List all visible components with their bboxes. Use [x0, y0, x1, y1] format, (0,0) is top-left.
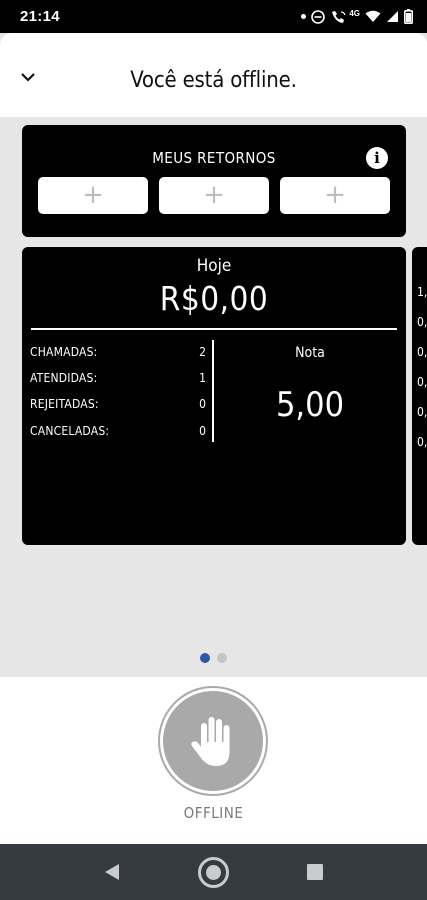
info-icon[interactable]: i: [366, 147, 388, 169]
status-time: 21:14: [20, 8, 60, 25]
status-bar: 21:14 4G: [0, 0, 427, 33]
stat-label: ATENDIDAS:: [30, 371, 98, 385]
add-return-button-3[interactable]: +: [280, 177, 390, 214]
stat-value: 2: [199, 345, 206, 359]
rating-value: 5,00: [275, 385, 345, 425]
status-panel: OFFLINE: [0, 677, 427, 844]
wifi-icon: [365, 10, 381, 22]
do-not-disturb-icon: [311, 9, 326, 24]
chevron-down-icon[interactable]: [20, 71, 36, 83]
pager-dot-active[interactable]: [200, 653, 210, 663]
stat-row-answered: ATENDIDAS: 1: [30, 371, 206, 387]
pager-dot[interactable]: [217, 653, 227, 663]
stat-value: 0: [199, 424, 206, 438]
stat-row-cancelled: CANCELADAS: 0: [30, 424, 206, 440]
returns-title: MEUS RETORNOS: [152, 149, 276, 167]
status-label: OFFLINE: [183, 804, 244, 822]
stat-value: 1: [199, 371, 206, 385]
next-card-peek[interactable]: 1, 0, 0, 0, 0, 0,: [412, 247, 427, 545]
add-return-button-2[interactable]: +: [159, 177, 269, 214]
peek-value: 0,: [417, 345, 427, 359]
header: Você está offline.: [0, 33, 427, 117]
notification-dot-icon: [301, 14, 307, 19]
online-toggle-button[interactable]: [160, 688, 266, 794]
network-4g-icon: 4G: [349, 9, 360, 18]
peek-value: 0,: [417, 435, 427, 449]
dashboard-content: MEUS RETORNOS i + + + Hoje R$0,00 CHAMAD…: [0, 117, 427, 677]
stat-label: REJEITADAS:: [30, 397, 99, 411]
stat-row-rejected: REJEITADAS: 0: [30, 397, 206, 413]
stat-label: CHAMADAS:: [30, 345, 98, 359]
hand-stop-icon: [191, 717, 230, 766]
stat-value: 0: [199, 397, 206, 411]
period-label: Hoje: [196, 256, 232, 276]
navigation-bar: [0, 844, 427, 900]
vertical-divider: [212, 340, 214, 442]
wifi-call-icon: [332, 10, 346, 23]
stat-label: CANCELADAS:: [30, 424, 110, 438]
add-return-button-1[interactable]: +: [38, 177, 148, 214]
recents-icon[interactable]: [307, 864, 323, 880]
peek-value: 1,: [417, 285, 427, 299]
divider: [31, 328, 397, 330]
status-icons: 4G: [301, 9, 413, 24]
peek-value: 0,: [417, 405, 427, 419]
earnings-value: R$0,00: [159, 279, 269, 318]
daily-summary-card[interactable]: Hoje R$0,00 CHAMADAS: 2 ATENDIDAS: 1 REJ…: [22, 247, 406, 545]
home-icon[interactable]: [197, 856, 230, 889]
rating-label: Nota: [295, 345, 325, 361]
returns-card: MEUS RETORNOS i + + +: [22, 125, 406, 237]
peek-value: 0,: [417, 375, 427, 389]
signal-icon: [387, 11, 398, 22]
back-icon[interactable]: [104, 863, 120, 881]
page-title: Você está offline.: [130, 67, 297, 93]
peek-value: 0,: [417, 315, 427, 329]
pager-dots: [0, 653, 427, 663]
battery-icon: [404, 9, 413, 24]
stat-row-calls: CHAMADAS: 2: [30, 345, 206, 361]
